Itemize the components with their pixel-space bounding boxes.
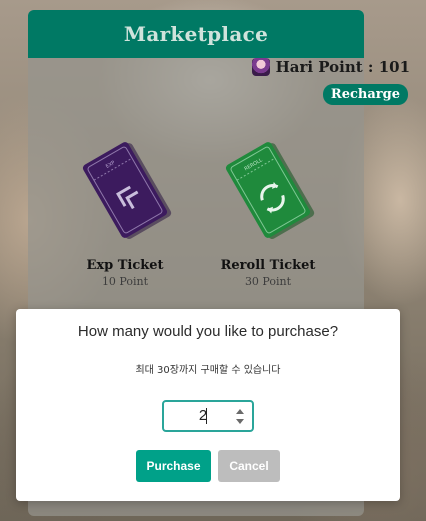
- reroll-ticket-card[interactable]: REROLL Reroll Ticket 30 Point: [213, 140, 323, 288]
- points-label: Hari Point : 101: [275, 58, 410, 76]
- avatar: [251, 58, 270, 76]
- marketplace-header: Marketplace: [28, 10, 364, 58]
- purchase-button[interactable]: Purchase: [136, 450, 211, 482]
- ticket-cost: 30 Point: [244, 275, 292, 288]
- cancel-button[interactable]: Cancel: [218, 450, 280, 482]
- dialog-title: How many would you like to purchase?: [77, 323, 339, 340]
- quantity-stepper[interactable]: 2: [162, 400, 254, 432]
- exp-ticket-card[interactable]: EXP Exp Ticket 10 Point: [70, 140, 180, 288]
- decrement-arrow-icon[interactable]: [236, 419, 244, 424]
- ticket-cost: 10 Point: [101, 275, 149, 288]
- reroll-ticket-icon: REROLL: [225, 142, 315, 240]
- ticket-name: Exp Ticket: [86, 258, 164, 273]
- dialog-subtitle: 최대 30장까지 구매할 수 있습니다: [135, 365, 281, 376]
- page-title: Marketplace: [123, 22, 269, 46]
- text-caret: [206, 408, 207, 424]
- exp-ticket-icon: EXP: [82, 142, 172, 240]
- ticket-name: Reroll Ticket: [220, 258, 316, 273]
- recharge-button[interactable]: Recharge: [322, 84, 408, 105]
- increment-arrow-icon[interactable]: [236, 409, 244, 414]
- points-display: Hari Point : 101: [251, 58, 410, 76]
- purchase-dialog: How many would you like to purchase? 최대 …: [16, 309, 400, 501]
- quantity-input[interactable]: 2: [164, 402, 242, 430]
